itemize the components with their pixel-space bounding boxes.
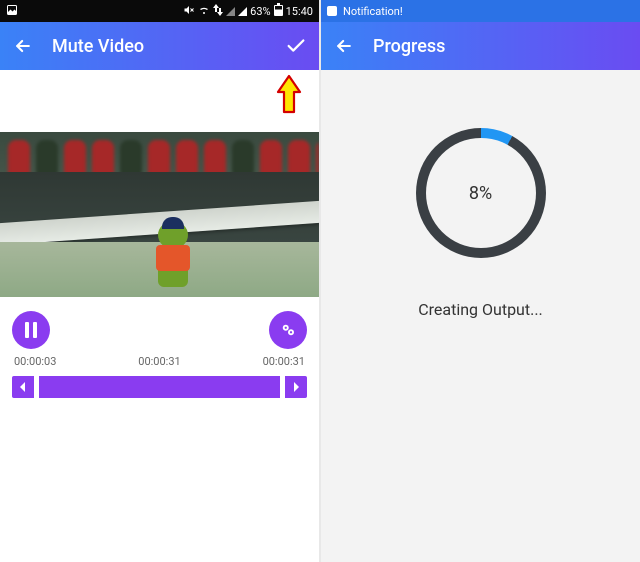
clock-time: 15:40 <box>286 5 313 18</box>
right-body: 8% Creating Output... <box>321 70 640 562</box>
confirm-button[interactable] <box>285 35 307 57</box>
time-end: 00:00:31 <box>263 355 305 368</box>
back-button[interactable] <box>333 35 355 57</box>
phone-right: Notification! Progress 8% Creating Outpu… <box>321 0 640 562</box>
video-preview[interactable] <box>0 132 319 297</box>
statusbar-left: 63% 15:40 <box>0 0 319 22</box>
signal-sim2-icon <box>238 7 247 16</box>
settings-button[interactable] <box>269 311 307 349</box>
trim-seekbar[interactable] <box>12 376 307 398</box>
progress-ring: 8% <box>416 128 546 258</box>
gear-icon <box>279 321 297 339</box>
time-current: 00:00:03 <box>14 355 56 368</box>
trim-track[interactable] <box>39 376 280 398</box>
battery-percent: 63% <box>250 5 270 18</box>
progress-status: Creating Output... <box>418 300 543 319</box>
phone-left: 63% 15:40 Mute Video <box>0 0 319 562</box>
time-mid: 00:00:31 <box>138 355 180 368</box>
mute-icon <box>183 4 195 19</box>
trim-handle-left[interactable] <box>12 376 34 398</box>
play-pause-button[interactable] <box>12 311 50 349</box>
appbar-title: Mute Video <box>52 36 285 57</box>
pause-icon <box>25 322 37 338</box>
trim-handle-right[interactable] <box>285 376 307 398</box>
chevron-right-icon <box>292 382 300 392</box>
appbar-right: Progress <box>321 22 640 70</box>
signal-sim1-icon <box>226 7 235 16</box>
appbar-title: Progress <box>373 36 628 57</box>
battery-icon <box>274 3 283 19</box>
appbar-left: Mute Video <box>0 22 319 70</box>
progress-percent: 8% <box>469 183 492 204</box>
left-body: 00:00:03 00:00:31 00:00:31 <box>0 70 319 562</box>
notification-icon <box>327 6 337 16</box>
back-button[interactable] <box>12 35 34 57</box>
notification-text: Notification! <box>343 5 403 18</box>
statusbar-right: Notification! <box>321 0 640 22</box>
image-icon <box>6 4 18 19</box>
mascot-figure <box>150 207 196 287</box>
data-icon <box>213 4 223 19</box>
wifi-icon <box>198 4 210 19</box>
chevron-left-icon <box>19 382 27 392</box>
